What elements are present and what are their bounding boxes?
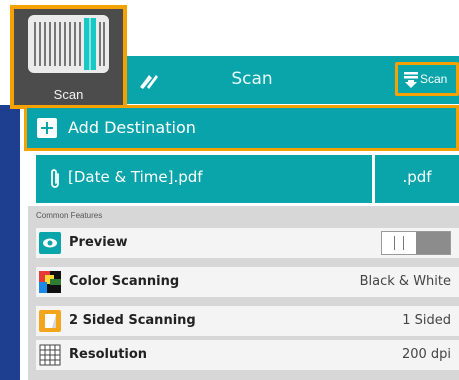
- app-tile-label: Scan: [53, 87, 84, 102]
- feature-label: Color Scanning: [69, 274, 180, 289]
- scan-button[interactable]: Scan: [395, 62, 459, 96]
- file-extension-button[interactable]: .pdf: [372, 155, 459, 203]
- feature-row-2-sided-scanning[interactable]: 2 Sided Scanning 1 Sided: [36, 306, 459, 336]
- edit-icon[interactable]: [137, 70, 159, 90]
- feature-label: 2 Sided Scanning: [69, 313, 196, 328]
- file-name-field[interactable]: [Date & Time].pdf: [36, 155, 369, 203]
- scan-app-tile[interactable]: Scan: [10, 5, 127, 109]
- feature-value: 1 Sided: [402, 313, 451, 328]
- resolution-grid-icon: [39, 344, 61, 366]
- feature-row-preview[interactable]: Preview: [36, 228, 459, 258]
- feature-row-resolution[interactable]: Resolution 200 dpi: [36, 340, 459, 370]
- scan-arrow-icon: [404, 72, 418, 88]
- add-destination-label: Add Destination: [68, 118, 196, 137]
- scan-button-label: Scan: [420, 72, 448, 86]
- two-sided-icon: [39, 310, 61, 332]
- plus-icon: [37, 118, 57, 138]
- left-blue-frame: [0, 105, 20, 380]
- feature-value: 200 dpi: [401, 347, 451, 362]
- paperclip-icon: [51, 169, 59, 188]
- preview-toggle[interactable]: [381, 231, 451, 255]
- feature-row-color-scanning[interactable]: Color Scanning Black & White: [36, 267, 459, 297]
- file-name-text: [Date & Time].pdf: [68, 168, 203, 186]
- feature-value: Black & White: [359, 274, 451, 289]
- common-features-panel: Common Features Preview Color Scanning B…: [28, 206, 459, 380]
- feature-label: Resolution: [69, 347, 148, 362]
- color-scanning-icon: [39, 271, 61, 293]
- file-name-row: [Date & Time].pdf .pdf: [36, 155, 459, 203]
- toggle-grip: [394, 236, 404, 250]
- scanner-app-icon: [28, 15, 109, 73]
- preview-eye-icon: [39, 232, 61, 254]
- add-destination-button[interactable]: Add Destination: [24, 105, 459, 151]
- header-title: Scan: [231, 69, 273, 89]
- feature-label: Preview: [69, 235, 128, 250]
- features-header: Common Features: [36, 211, 103, 220]
- file-extension-label: .pdf: [402, 168, 432, 186]
- toggle-knob: [416, 232, 450, 254]
